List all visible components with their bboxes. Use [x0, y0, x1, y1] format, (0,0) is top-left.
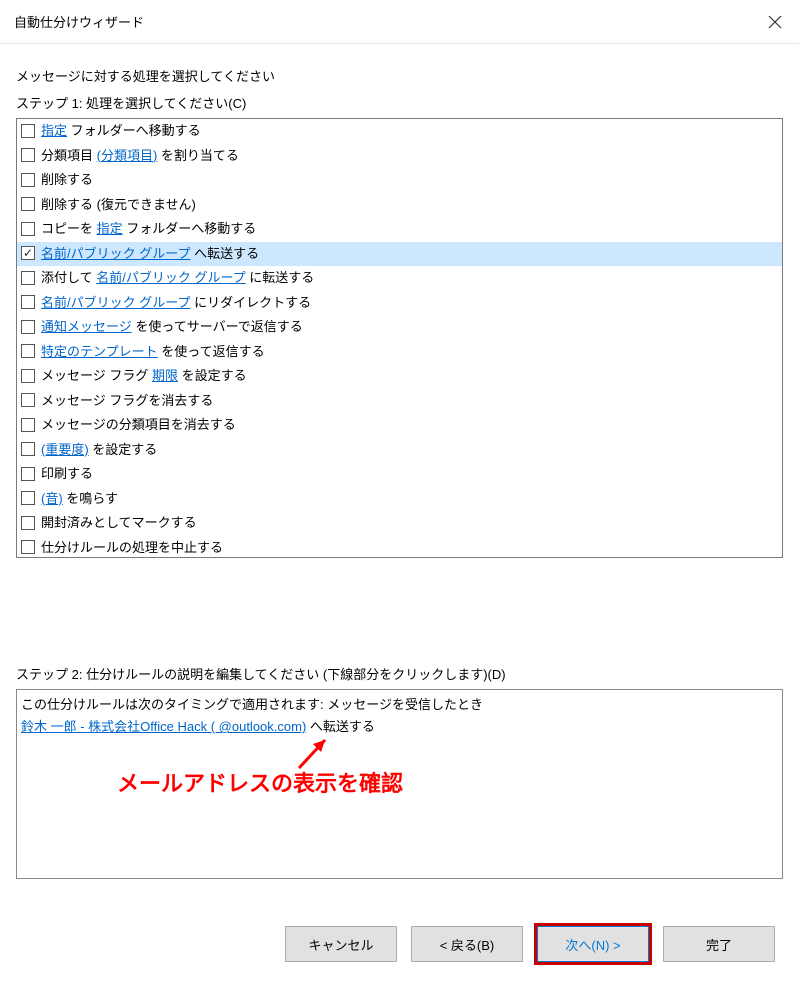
action-checkbox[interactable]	[21, 393, 35, 407]
action-param-link[interactable]: 指定	[97, 221, 123, 236]
step2-label: ステップ 2: 仕分けルールの説明を編集してください (下線部分をクリックします…	[16, 664, 783, 683]
action-label: 通知メッセージ を使ってサーバーで返信する	[41, 317, 303, 337]
action-label: (音) を鳴らす	[41, 489, 118, 509]
instruction-text: メッセージに対する処理を選択してください	[16, 66, 783, 85]
close-icon	[768, 15, 782, 29]
action-param-link[interactable]: 指定	[41, 123, 67, 138]
action-row[interactable]: 印刷する	[17, 462, 782, 487]
back-button[interactable]: < 戻る(B)	[411, 926, 523, 962]
action-row[interactable]: メッセージの分類項目を消去する	[17, 413, 782, 438]
button-bar: キャンセル < 戻る(B) 次へ(N) > 完了	[285, 926, 775, 962]
action-row[interactable]: メッセージ フラグ 期限 を設定する	[17, 364, 782, 389]
action-label: 削除する	[41, 170, 93, 190]
action-label: メッセージの分類項目を消去する	[41, 415, 236, 435]
action-checkbox[interactable]	[21, 516, 35, 530]
action-param-link[interactable]: 名前/パブリック グループ	[41, 246, 190, 261]
callout-text: メールアドレスの表示を確認	[117, 766, 403, 798]
action-param-link[interactable]: 通知メッセージ	[41, 319, 132, 334]
action-label: 指定 フォルダーへ移動する	[41, 121, 201, 141]
cancel-button[interactable]: キャンセル	[285, 926, 397, 962]
action-param-link[interactable]: (重要度)	[41, 442, 89, 457]
action-row[interactable]: 開封済みとしてマークする	[17, 511, 782, 536]
action-checkbox[interactable]	[21, 222, 35, 236]
action-checkbox[interactable]	[21, 246, 35, 260]
action-checkbox[interactable]	[21, 148, 35, 162]
action-param-link[interactable]: 名前/パブリック グループ	[41, 295, 190, 310]
action-row[interactable]: (重要度) を設定する	[17, 438, 782, 463]
action-label: 印刷する	[41, 464, 93, 484]
action-label: 分類項目 (分類項目) を割り当てる	[41, 146, 239, 166]
titlebar: 自動仕分けウィザード	[0, 0, 799, 44]
action-checkbox[interactable]	[21, 442, 35, 456]
action-row[interactable]: 通知メッセージ を使ってサーバーで返信する	[17, 315, 782, 340]
action-row[interactable]: 添付して 名前/パブリック グループ に転送する	[17, 266, 782, 291]
step1-label: ステップ 1: 処理を選択してください(C)	[16, 93, 783, 112]
action-row[interactable]: 削除する (復元できません)	[17, 193, 782, 218]
action-row[interactable]: メッセージ フラグを消去する	[17, 389, 782, 414]
action-checkbox[interactable]	[21, 295, 35, 309]
action-checkbox[interactable]	[21, 540, 35, 554]
action-label: (重要度) を設定する	[41, 440, 157, 460]
action-label: 削除する (復元できません)	[41, 195, 196, 215]
action-checkbox[interactable]	[21, 124, 35, 138]
action-row[interactable]: 仕分けルールの処理を中止する	[17, 536, 782, 559]
callout-arrow	[293, 734, 333, 773]
action-row[interactable]: 分類項目 (分類項目) を割り当てる	[17, 144, 782, 169]
action-param-link[interactable]: 名前/パブリック グループ	[96, 270, 245, 285]
action-label: コピーを 指定 フォルダーへ移動する	[41, 219, 256, 239]
action-row[interactable]: 名前/パブリック グループ にリダイレクトする	[17, 291, 782, 316]
action-label: 名前/パブリック グループ にリダイレクトする	[41, 293, 311, 313]
finish-button[interactable]: 完了	[663, 926, 775, 962]
desc-line-2-after: へ転送する	[306, 719, 375, 734]
close-button[interactable]	[751, 0, 799, 44]
action-row[interactable]: (音) を鳴らす	[17, 487, 782, 512]
action-param-link[interactable]: (分類項目)	[97, 148, 158, 163]
wizard-content: メッセージに対する処理を選択してください ステップ 1: 処理を選択してください…	[0, 44, 799, 879]
rule-description-box: この仕分けルールは次のタイミングで適用されます: メッセージを受信したとき 鈴木…	[16, 689, 783, 879]
action-checkbox[interactable]	[21, 491, 35, 505]
action-label: 仕分けルールの処理を中止する	[41, 538, 223, 558]
action-param-link[interactable]: 特定のテンプレート	[41, 344, 158, 359]
action-row[interactable]: 特定のテンプレート を使って返信する	[17, 340, 782, 365]
action-label: 特定のテンプレート を使って返信する	[41, 342, 265, 362]
desc-line-2: 鈴木 一郎 - 株式会社Office Hack ( @outlook.com) …	[21, 716, 778, 738]
next-button[interactable]: 次へ(N) >	[537, 926, 649, 962]
action-label: 開封済みとしてマークする	[41, 513, 197, 533]
action-checkbox[interactable]	[21, 271, 35, 285]
action-checkbox[interactable]	[21, 344, 35, 358]
action-checkbox[interactable]	[21, 418, 35, 432]
action-label: メッセージ フラグを消去する	[41, 391, 213, 411]
action-label: 添付して 名前/パブリック グループ に転送する	[41, 268, 314, 288]
action-row[interactable]: 指定 フォルダーへ移動する	[17, 119, 782, 144]
action-checkbox[interactable]	[21, 369, 35, 383]
action-param-link[interactable]: (音)	[41, 491, 63, 506]
action-checkbox[interactable]	[21, 197, 35, 211]
recipient-link[interactable]: 鈴木 一郎 - 株式会社Office Hack ( @outlook.com)	[21, 719, 306, 734]
action-row[interactable]: 削除する	[17, 168, 782, 193]
action-label: メッセージ フラグ 期限 を設定する	[41, 366, 247, 386]
action-row[interactable]: 名前/パブリック グループ へ転送する	[17, 242, 782, 267]
action-label: 名前/パブリック グループ へ転送する	[41, 244, 259, 264]
action-listbox[interactable]: 指定 フォルダーへ移動する分類項目 (分類項目) を割り当てる削除する削除する …	[16, 118, 783, 558]
action-param-link[interactable]: 期限	[152, 368, 178, 383]
action-checkbox[interactable]	[21, 173, 35, 187]
window-title: 自動仕分けウィザード	[14, 12, 144, 31]
action-checkbox[interactable]	[21, 320, 35, 334]
desc-line-1: この仕分けルールは次のタイミングで適用されます: メッセージを受信したとき	[21, 694, 778, 716]
action-checkbox[interactable]	[21, 467, 35, 481]
action-row[interactable]: コピーを 指定 フォルダーへ移動する	[17, 217, 782, 242]
